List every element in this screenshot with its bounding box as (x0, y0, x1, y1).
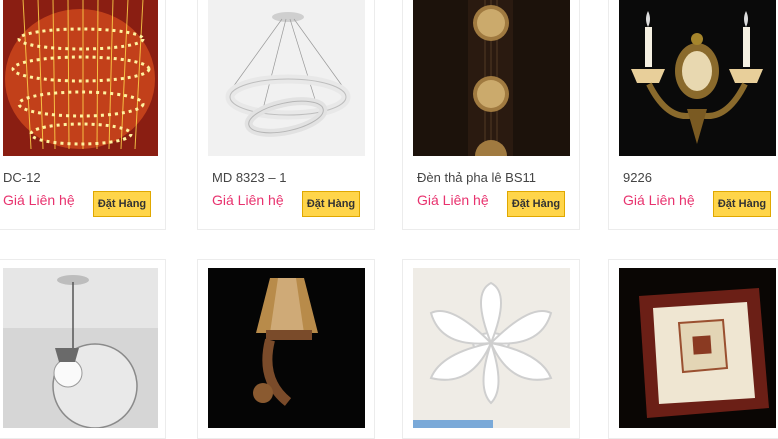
product-card[interactable]: MD 8323 – 1 Giá Liên hệ Đặt Hàng (197, 0, 375, 230)
product-card[interactable] (608, 259, 778, 439)
order-button[interactable]: Đặt Hàng (302, 191, 360, 217)
product-image-flower-ceiling-light[interactable] (413, 268, 570, 428)
product-image-bronze-wall-lamp[interactable] (208, 268, 365, 428)
order-button[interactable]: Đặt Hàng (507, 191, 565, 217)
product-name[interactable]: Đèn thả pha lê BS11 (417, 170, 536, 185)
product-card[interactable]: DC-12 Giá Liên hệ Đặt Hàng (0, 0, 166, 230)
product-name[interactable]: DC-12 (3, 170, 41, 185)
product-image-ring-pendant-light[interactable] (208, 0, 365, 156)
product-price: Giá Liên hệ (212, 192, 284, 208)
product-card[interactable] (0, 259, 166, 439)
order-button[interactable]: Đặt Hàng (93, 191, 151, 217)
product-card[interactable]: 9226 Giá Liên hệ Đặt Hàng (608, 0, 778, 230)
product-name[interactable]: MD 8323 – 1 (212, 170, 286, 185)
product-image-square-wooden-ceiling-light[interactable] (619, 268, 776, 428)
product-card[interactable]: Đèn thả pha lê BS11 Giá Liên hệ Đặt Hàng (402, 0, 580, 230)
product-price: Giá Liên hệ (417, 192, 489, 208)
product-image-glass-globe-pendant[interactable] (3, 268, 158, 428)
product-card[interactable] (197, 259, 375, 439)
product-card[interactable] (402, 259, 580, 439)
product-price: Giá Liên hệ (3, 192, 75, 208)
order-button[interactable]: Đặt Hàng (713, 191, 771, 217)
product-image-fiber-optic-chandelier[interactable] (3, 0, 158, 156)
product-name[interactable]: 9226 (623, 170, 652, 185)
product-image-brass-wall-sconce[interactable] (619, 0, 776, 156)
product-image-crystal-ball-pendant[interactable] (413, 0, 570, 156)
product-price: Giá Liên hệ (623, 192, 695, 208)
